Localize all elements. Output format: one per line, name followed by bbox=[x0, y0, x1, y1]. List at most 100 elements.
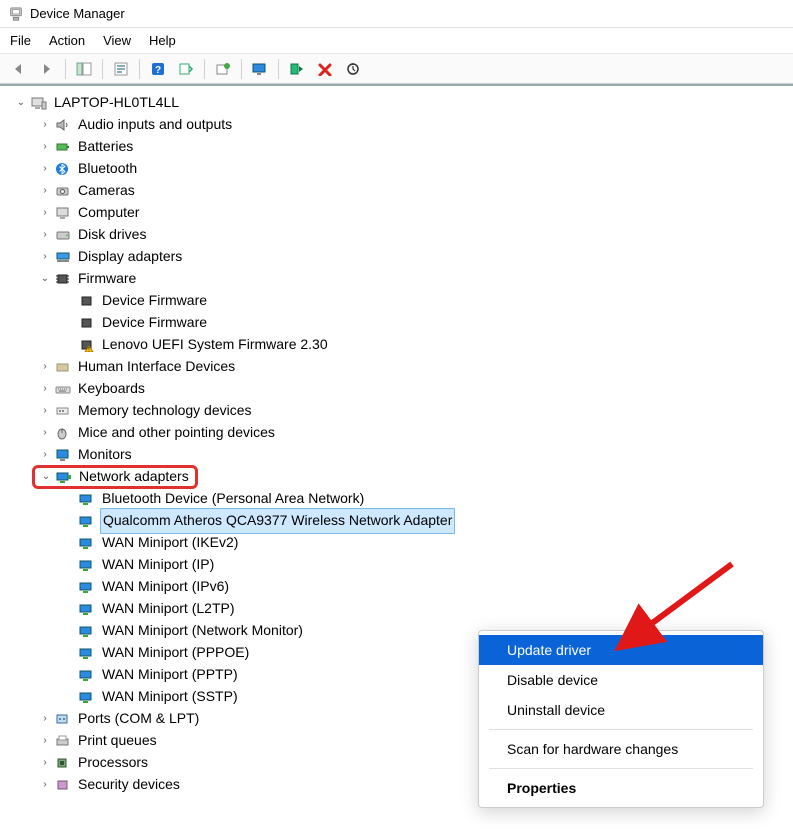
tree-root[interactable]: ⌄ LAPTOP-HL0TL4LL bbox=[4, 92, 789, 114]
tree-item-mice[interactable]: › Mice and other pointing devices bbox=[4, 422, 789, 444]
toolbar: ? bbox=[0, 54, 793, 84]
tree-item-disk-drives[interactable]: › Disk drives bbox=[4, 224, 789, 246]
svg-text:?: ? bbox=[155, 65, 161, 76]
tree-child-wan-miniport[interactable]: WAN Miniport (IPv6) bbox=[4, 576, 789, 598]
tree-item-label: WAN Miniport (PPTP) bbox=[100, 663, 240, 687]
chevron-right-icon[interactable]: › bbox=[38, 184, 52, 198]
menu-view[interactable]: View bbox=[103, 33, 131, 48]
camera-icon bbox=[54, 183, 72, 199]
context-menu-disable-device[interactable]: Disable device bbox=[479, 665, 763, 695]
tree-item-computer[interactable]: › Computer bbox=[4, 202, 789, 224]
tree-item-label: WAN Miniport (PPPOE) bbox=[100, 641, 251, 665]
toolbar-separator bbox=[102, 59, 103, 79]
chevron-right-icon[interactable]: › bbox=[38, 206, 52, 220]
tree-item-hid[interactable]: › Human Interface Devices bbox=[4, 356, 789, 378]
tree-item-label: Bluetooth bbox=[76, 157, 139, 181]
show-hide-tree-button[interactable] bbox=[72, 58, 96, 80]
tree-item-label: Disk drives bbox=[76, 223, 148, 247]
properties-button[interactable] bbox=[109, 58, 133, 80]
context-menu-scan-hardware[interactable]: Scan for hardware changes bbox=[479, 734, 763, 764]
tree-item-label: Display adapters bbox=[76, 245, 184, 269]
uninstall-device-button[interactable] bbox=[313, 58, 337, 80]
help-button[interactable]: ? bbox=[146, 58, 170, 80]
chevron-right-icon[interactable]: › bbox=[38, 162, 52, 176]
monitor-button[interactable] bbox=[248, 58, 272, 80]
network-adapter-icon bbox=[78, 513, 96, 529]
update-driver-button[interactable] bbox=[211, 58, 235, 80]
toolbar-separator bbox=[65, 59, 66, 79]
tree-item-batteries[interactable]: › Batteries bbox=[4, 136, 789, 158]
tree-child-device-firmware[interactable]: Device Firmware bbox=[4, 290, 789, 312]
context-menu-separator bbox=[489, 729, 753, 730]
tree-item-label: Processors bbox=[76, 751, 150, 775]
tree-child-wan-miniport[interactable]: WAN Miniport (L2TP) bbox=[4, 598, 789, 620]
chevron-right-icon[interactable]: › bbox=[38, 118, 52, 132]
tree-item-bluetooth[interactable]: › Bluetooth bbox=[4, 158, 789, 180]
tree-child-wan-miniport[interactable]: WAN Miniport (IP) bbox=[4, 554, 789, 576]
tree-child-bluetooth-pan[interactable]: Bluetooth Device (Personal Area Network) bbox=[4, 488, 789, 510]
tree-child-qualcomm-atheros[interactable]: Qualcomm Atheros QCA9377 Wireless Networ… bbox=[4, 510, 789, 532]
chevron-down-icon[interactable]: ⌄ bbox=[14, 96, 28, 110]
tree-item-label: WAN Miniport (IP) bbox=[100, 553, 216, 577]
device-tree[interactable]: ⌄ LAPTOP-HL0TL4LL › Audio inputs and out… bbox=[0, 84, 793, 838]
battery-icon bbox=[54, 139, 72, 155]
network-adapter-icon bbox=[78, 491, 96, 507]
chip-icon bbox=[78, 315, 96, 331]
tree-item-cameras[interactable]: › Cameras bbox=[4, 180, 789, 202]
tree-item-audio[interactable]: › Audio inputs and outputs bbox=[4, 114, 789, 136]
context-menu-properties[interactable]: Properties bbox=[479, 773, 763, 803]
tree-child-device-firmware[interactable]: Device Firmware bbox=[4, 312, 789, 334]
tree-item-label: Keyboards bbox=[76, 377, 147, 401]
chevron-right-icon[interactable]: › bbox=[38, 712, 52, 726]
chevron-right-icon[interactable]: › bbox=[38, 228, 52, 242]
back-button[interactable] bbox=[7, 58, 31, 80]
network-adapter-icon bbox=[78, 689, 96, 705]
computer-icon bbox=[54, 205, 72, 221]
forward-button[interactable] bbox=[35, 58, 59, 80]
scan-hardware-button[interactable] bbox=[341, 58, 365, 80]
chevron-right-icon[interactable]: › bbox=[38, 250, 52, 264]
chevron-right-icon[interactable]: › bbox=[38, 734, 52, 748]
tree-item-display-adapters[interactable]: › Display adapters bbox=[4, 246, 789, 268]
tree-child-lenovo-uefi[interactable]: ! Lenovo UEFI System Firmware 2.30 bbox=[4, 334, 789, 356]
spacer bbox=[62, 580, 76, 594]
chevron-right-icon[interactable]: › bbox=[38, 360, 52, 374]
chevron-right-icon[interactable]: › bbox=[38, 448, 52, 462]
context-menu-uninstall-device[interactable]: Uninstall device bbox=[479, 695, 763, 725]
tree-item-label: Mice and other pointing devices bbox=[76, 421, 277, 445]
chevron-right-icon[interactable]: › bbox=[38, 382, 52, 396]
network-adapter-icon bbox=[78, 623, 96, 639]
tree-item-memory-tech[interactable]: › Memory technology devices bbox=[4, 400, 789, 422]
chevron-right-icon[interactable]: › bbox=[38, 756, 52, 770]
tree-item-label: Human Interface Devices bbox=[76, 355, 237, 379]
spacer bbox=[62, 536, 76, 550]
menu-help[interactable]: Help bbox=[149, 33, 176, 48]
tree-item-label: Firmware bbox=[76, 267, 138, 291]
spacer bbox=[62, 624, 76, 638]
app-icon bbox=[8, 6, 24, 22]
spacer bbox=[62, 514, 76, 528]
chevron-down-icon[interactable]: ⌄ bbox=[39, 470, 53, 484]
chevron-right-icon[interactable]: › bbox=[38, 778, 52, 792]
tree-item-label: Device Firmware bbox=[100, 311, 209, 335]
tree-item-keyboards[interactable]: › Keyboards bbox=[4, 378, 789, 400]
tree-item-label: Ports (COM & LPT) bbox=[76, 707, 201, 731]
scan-button[interactable] bbox=[174, 58, 198, 80]
enable-device-button[interactable] bbox=[285, 58, 309, 80]
menu-file[interactable]: File bbox=[10, 33, 31, 48]
chevron-down-icon[interactable]: ⌄ bbox=[38, 272, 52, 286]
tree-item-label: WAN Miniport (IPv6) bbox=[100, 575, 231, 599]
context-menu-update-driver[interactable]: Update driver bbox=[479, 635, 763, 665]
chevron-right-icon[interactable]: › bbox=[38, 140, 52, 154]
security-icon bbox=[54, 777, 72, 793]
tree-child-wan-miniport[interactable]: WAN Miniport (IKEv2) bbox=[4, 532, 789, 554]
chevron-right-icon[interactable]: › bbox=[38, 404, 52, 418]
menu-action[interactable]: Action bbox=[49, 33, 85, 48]
tree-item-network-adapters[interactable]: ⌄ Network adapters bbox=[0, 466, 789, 488]
chevron-right-icon[interactable]: › bbox=[38, 426, 52, 440]
context-menu: Update driver Disable device Uninstall d… bbox=[478, 630, 764, 808]
tree-item-monitors[interactable]: › Monitors bbox=[4, 444, 789, 466]
tree-item-label: Print queues bbox=[76, 729, 159, 753]
context-menu-separator bbox=[489, 768, 753, 769]
tree-item-firmware[interactable]: ⌄ Firmware bbox=[4, 268, 789, 290]
